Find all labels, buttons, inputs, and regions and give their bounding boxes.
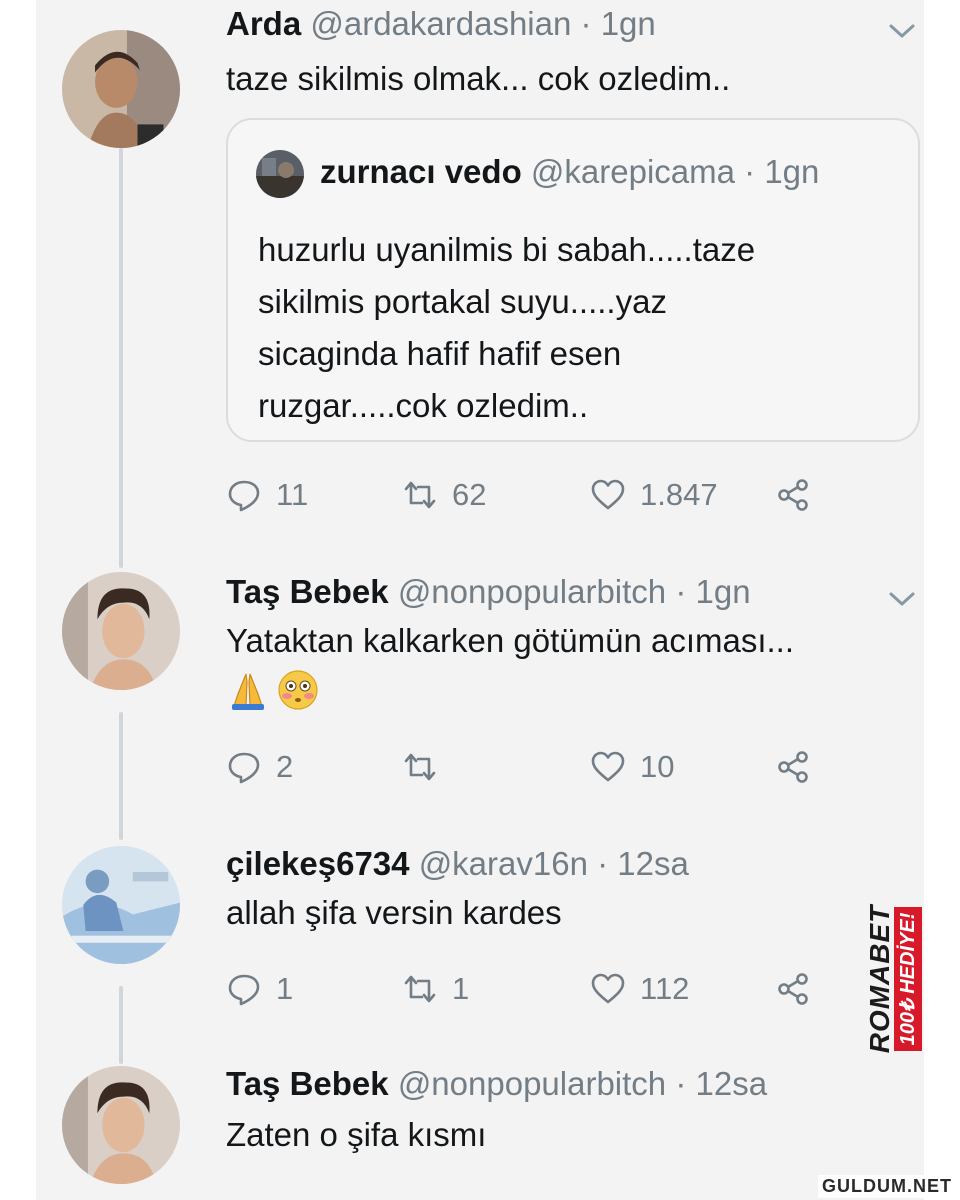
tweet-text: Zaten o şifa kısmı	[226, 1116, 487, 1153]
avatar-image	[62, 1066, 180, 1184]
ad-watermark: ROMABET 100₺ HEDİYE!	[860, 820, 924, 1120]
site-watermark: GULDUM.NET	[818, 1175, 956, 1198]
avatar[interactable]	[62, 1066, 180, 1184]
watermark-brand: ROMABET	[864, 904, 895, 1054]
ad-watermark-text: ROMABET 100₺ HEDİYE!	[864, 834, 924, 1124]
tweet[interactable]: Taş Bebek @nonpopularbitch · 12sa Zaten …	[36, 0, 924, 1200]
display-name[interactable]: Taş Bebek	[226, 1065, 389, 1102]
watermark-badge: 100₺ HEDİYE!	[894, 906, 922, 1052]
user-handle[interactable]: @nonpopularbitch	[398, 1065, 666, 1102]
timestamp[interactable]: 12sa	[696, 1065, 768, 1102]
timeline: Arda @ardakardashian · 1gn taze sikilmis…	[36, 0, 924, 1200]
separator-dot: ·	[675, 1065, 687, 1102]
tweet-header: Taş Bebek @nonpopularbitch · 12sa	[226, 1064, 767, 1104]
